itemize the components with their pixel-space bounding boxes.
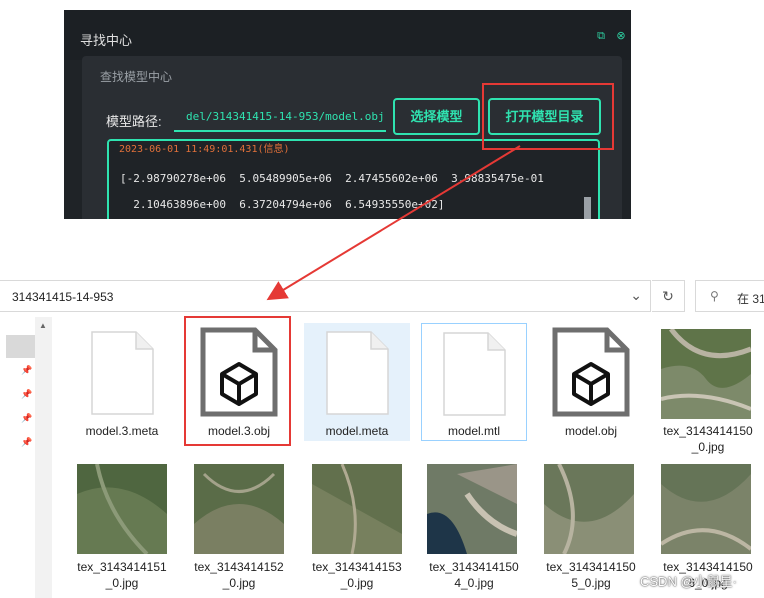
chevron-down-icon[interactable]: ⌄ <box>630 287 642 304</box>
log-output: 2023-06-01 11:49:01.431(信息) [-2.98790278… <box>107 139 600 219</box>
file-item-focused[interactable]: model.mtl <box>421 323 527 441</box>
file-name: tex_3143414150 <box>429 560 519 574</box>
file-item[interactable]: tex_3143414153 _0.jpg <box>304 461 410 598</box>
model-path-input[interactable]: del/314341415-14-953/model.obj <box>174 101 386 132</box>
file-name: model.obj <box>564 424 618 438</box>
search-icon: ⚲ <box>710 289 719 303</box>
path-label: 模型路径: <box>106 114 162 129</box>
watermark: CSDN @小鼠星· <box>640 574 737 589</box>
file-item[interactable]: tex_3143414151 _0.jpg <box>69 461 175 598</box>
file-item[interactable]: tex_3143414150 5_0.jpg <box>538 461 644 598</box>
file-name-line2: _0.jpg <box>105 576 139 590</box>
restore-icon[interactable]: ⧉ <box>595 30 607 42</box>
log-scrollbar[interactable] <box>584 197 591 219</box>
satellite-thumbnail <box>544 464 634 554</box>
file-item[interactable]: tex_3143414150 4_0.jpg <box>421 461 527 598</box>
close-icon[interactable]: ⊗ <box>615 30 627 42</box>
address-path: 314341415-14-953 <box>12 290 114 304</box>
file-item[interactable]: model.3.meta <box>69 323 175 443</box>
search-placeholder: 在 31 <box>737 292 764 306</box>
log-line: [-2.98790278e+06 5.05489905e+06 2.474556… <box>120 172 544 185</box>
blank-document-icon <box>91 331 154 415</box>
log-line: 2.10463896e+00 6.37204794e+06 6.54935550… <box>120 198 445 211</box>
highlight-open-dir <box>482 83 614 150</box>
highlight-model-3-obj <box>184 316 291 446</box>
nav-scrollbar[interactable]: ▲ <box>35 317 52 598</box>
title-bar: 寻找中心 ⧉ ⊗ <box>64 10 631 60</box>
window-title: 寻找中心 <box>80 33 133 48</box>
satellite-thumbnail <box>427 464 517 554</box>
blank-document-icon <box>326 331 389 415</box>
satellite-thumbnail <box>661 464 751 554</box>
file-name-line2: 5_0.jpg <box>571 576 611 590</box>
file-name: model.3.meta <box>85 424 159 438</box>
satellite-thumbnail <box>661 329 751 419</box>
file-item-selected[interactable]: model.meta <box>304 323 410 441</box>
refresh-icon[interactable]: ↻ <box>652 280 685 312</box>
file-name-line2: _0.jpg <box>222 576 256 590</box>
file-item[interactable]: tex_3143414152 _0.jpg <box>186 461 292 598</box>
panel-title: 查找模型中心 <box>100 70 173 84</box>
select-model-button[interactable]: 选择模型 <box>393 98 480 135</box>
pin-icon[interactable]: 📌 <box>21 413 32 424</box>
nav-selected-item[interactable] <box>6 335 35 358</box>
pin-icon[interactable]: 📌 <box>21 365 32 376</box>
scroll-up-icon[interactable]: ▲ <box>39 321 47 330</box>
satellite-thumbnail <box>194 464 284 554</box>
file-name: model.meta <box>325 424 389 438</box>
file-name-line2: 4_0.jpg <box>454 576 494 590</box>
file-name: tex_3143414150 <box>546 560 636 574</box>
file-name: tex_3143414152 <box>194 560 284 574</box>
navigation-pane: 📌 📌 📌 📌 ▲ <box>0 317 52 598</box>
file-name: model.mtl <box>447 424 500 438</box>
file-name: tex_3143414151 <box>77 560 167 574</box>
file-name-line2: _0.jpg <box>691 440 725 454</box>
file-name: tex_3143414150 <box>663 424 753 438</box>
satellite-thumbnail <box>312 464 402 554</box>
satellite-thumbnail <box>77 464 167 554</box>
file-name: tex_3143414153 <box>312 560 402 574</box>
address-bar[interactable]: 314341415-14-953 ⌄ <box>0 280 651 312</box>
3d-model-icon <box>552 327 630 417</box>
pin-icon[interactable]: 📌 <box>21 437 32 448</box>
pin-icon[interactable]: 📌 <box>21 389 32 400</box>
log-line: 2023-06-01 11:49:01.431(信息) <box>119 144 290 155</box>
file-name-line2: _0.jpg <box>340 576 374 590</box>
file-item[interactable]: model.obj <box>538 323 644 443</box>
blank-document-icon <box>443 332 506 416</box>
file-item[interactable]: tex_3143414150 _0.jpg <box>652 323 764 463</box>
search-input[interactable]: ⚲ 在 31 <box>695 280 764 312</box>
